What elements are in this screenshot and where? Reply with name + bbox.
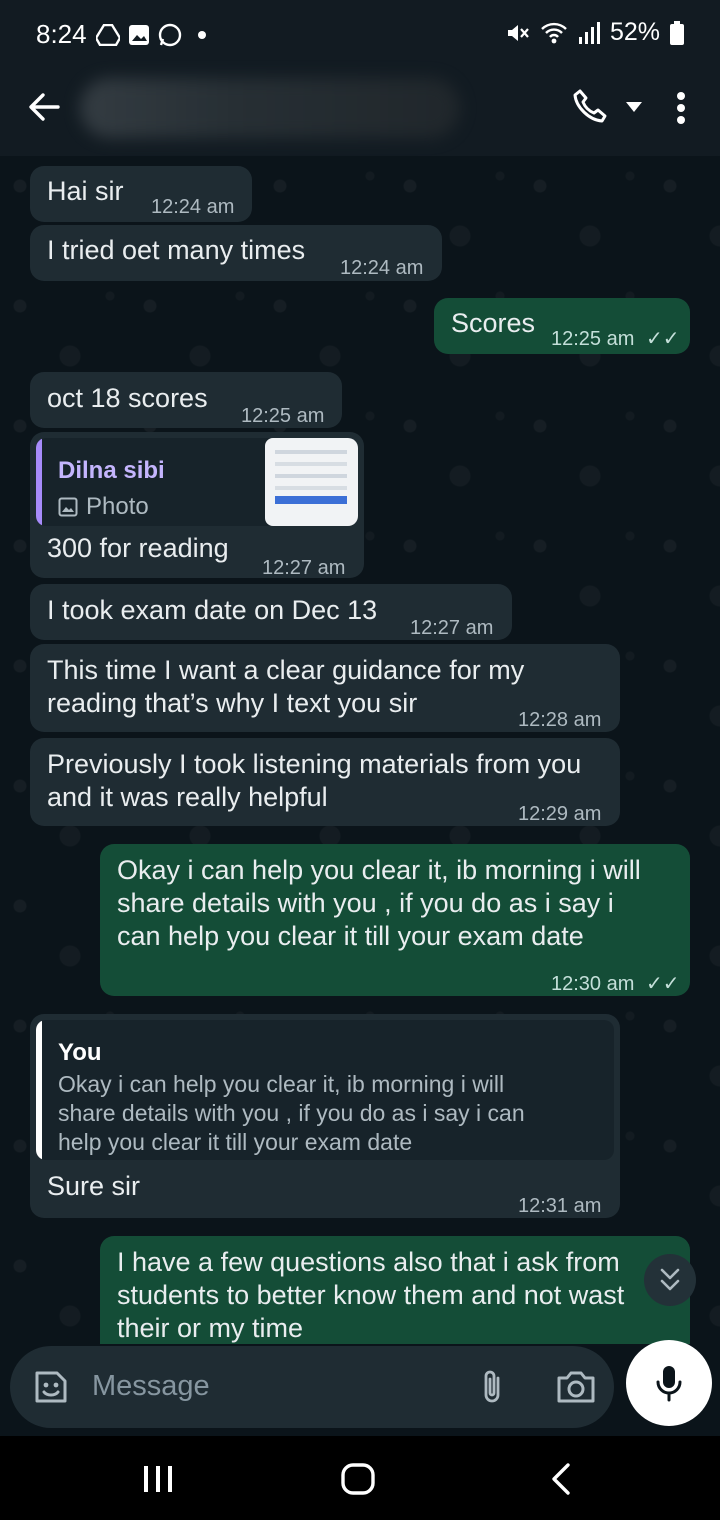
message-time: 12:25 am — [241, 405, 325, 427]
message-bubble[interactable]: You Okay i can help you clear it, ib mor… — [30, 1014, 620, 1218]
recent-apps-icon[interactable] — [142, 1464, 174, 1494]
message-time: 12:25 am — [551, 328, 635, 350]
chat-header — [0, 68, 720, 156]
message-bubble[interactable]: I took exam date on Dec 13 12:27 am — [30, 584, 512, 640]
signal-icon — [578, 21, 600, 44]
message-meta: 12:25 am ✓✓ — [551, 323, 679, 356]
contact-name-blurred[interactable] — [80, 78, 460, 138]
message-input-bar[interactable]: Message — [10, 1346, 614, 1428]
message-bubble[interactable]: This time I want a clear guidance for my… — [30, 644, 620, 732]
message-meta: 12:30 am ✓✓ — [551, 968, 679, 1001]
wifi-icon — [541, 22, 567, 43]
sticker-icon[interactable] — [32, 1368, 70, 1406]
drive-icon — [96, 24, 120, 46]
home-icon[interactable] — [340, 1462, 376, 1496]
message-text: Previously I took listening materials fr… — [47, 749, 582, 812]
message-text: I have a few questions also that i ask f… — [117, 1247, 625, 1343]
back-nav-icon[interactable] — [550, 1462, 572, 1496]
message-time: 12:30 am — [551, 973, 635, 995]
whatsapp-icon — [158, 23, 182, 47]
phone-icon[interactable] — [572, 88, 608, 124]
back-arrow-icon[interactable] — [28, 92, 60, 122]
quote-author: Dilna sibi — [58, 457, 165, 484]
quoted-message[interactable]: Dilna sibi Photo — [36, 438, 358, 526]
mic-icon — [656, 1366, 682, 1402]
camera-icon[interactable] — [556, 1370, 596, 1404]
message-time: 12:27 am — [262, 557, 346, 579]
more-vertical-icon[interactable] — [676, 92, 686, 124]
quote-text: Photo — [86, 493, 149, 520]
double-check-icon: ✓✓ — [645, 973, 680, 995]
message-time: 12:29 am — [518, 803, 602, 825]
message-text: Sure sir — [47, 1171, 141, 1201]
message-text: oct 18 scores — [47, 383, 208, 413]
message-time: 12:27 am — [410, 617, 494, 639]
chevron-down-icon[interactable] — [626, 102, 642, 112]
quote-bar — [36, 438, 42, 526]
message-input[interactable]: Message — [92, 1370, 210, 1403]
quote-bar — [36, 1020, 42, 1160]
scroll-to-bottom-button[interactable] — [644, 1254, 696, 1306]
status-time: 8:24 — [36, 19, 87, 49]
battery-icon — [670, 20, 684, 45]
status-bar: 8:24 52% — [0, 0, 720, 68]
message-time: 12:31 am — [518, 1195, 602, 1217]
message-text: This time I want a clear guidance for my… — [47, 655, 525, 718]
photo-icon — [58, 497, 78, 516]
battery-percent: 52% — [609, 18, 660, 46]
message-text: Okay i can help you clear it, ib morning… — [117, 855, 641, 951]
system-nav-bar — [0, 1436, 720, 1520]
message-bubble[interactable]: Dilna sibi Photo 300 for reading 12:27 a… — [30, 432, 364, 579]
quote-author: You — [58, 1039, 102, 1066]
message-text: I took exam date on Dec 13 — [47, 595, 378, 625]
message-bubble[interactable]: I tried oet many times 12:24 am — [30, 225, 442, 281]
message-bubble[interactable]: I have a few questions also that i ask f… — [100, 1236, 690, 1344]
message-text: Hai sir — [47, 176, 124, 206]
message-bubble[interactable]: Okay i can help you clear it, ib morning… — [100, 844, 690, 996]
double-chevron-down-icon — [660, 1268, 680, 1291]
message-time: 12:24 am — [151, 196, 235, 218]
photo-thumbnail[interactable] — [265, 438, 358, 526]
message-bubble[interactable]: Previously I took listening materials fr… — [30, 738, 620, 826]
quote-text: Okay i can help you clear it, ib morning… — [58, 1071, 525, 1155]
image-icon — [129, 25, 149, 45]
message-text: 300 for reading — [47, 533, 229, 563]
dot-icon — [198, 31, 206, 39]
message-text: I tried oet many times — [47, 235, 306, 265]
double-check-icon: ✓✓ — [645, 328, 680, 350]
message-time: 12:28 am — [518, 709, 602, 731]
mic-button[interactable] — [626, 1340, 712, 1426]
message-bubble[interactable]: oct 18 scores 12:25 am — [30, 372, 342, 428]
quoted-message[interactable]: You Okay i can help you clear it, ib mor… — [36, 1020, 614, 1160]
message-list[interactable]: Hai sir 12:24 am I tried oet many times … — [0, 156, 720, 1344]
message-bubble[interactable]: Scores 12:25 am ✓✓ — [434, 298, 690, 354]
attach-icon[interactable] — [478, 1368, 506, 1406]
mute-icon — [507, 24, 529, 41]
message-time: 12:24 am — [340, 257, 424, 279]
message-text: Scores — [451, 308, 536, 338]
message-bubble[interactable]: Hai sir 12:24 am — [30, 166, 252, 222]
